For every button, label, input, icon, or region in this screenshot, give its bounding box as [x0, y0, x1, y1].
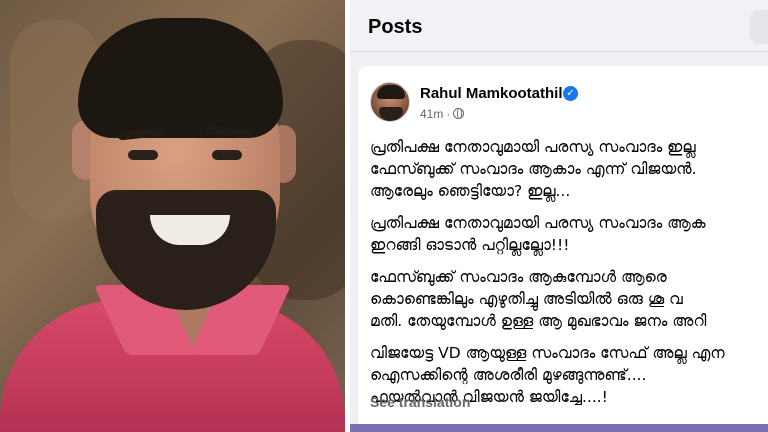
- post-paragraph-2: പ്രതിപക്ഷ നേതാവുമായി പരസ്യ സംവാദം ആക ഇറങ…: [370, 212, 768, 256]
- post-line: വിജയേട്ട VD ആയുള്ള സംവാദം സേഫ് അല്ല എന: [370, 344, 725, 362]
- post-line: ഫേസ്ബുക്ക് സംവാദം ആകുമ്പോൾ ആരെ: [370, 268, 667, 286]
- more-options-button[interactable]: [750, 10, 768, 44]
- profile-photo: [0, 0, 345, 432]
- next-post-edge: [350, 424, 768, 432]
- post-paragraph-3: ഫേസ്ബുക്ക് സംവാദം ആകുമ്പോൾ ആരെ കൊണ്ടെങ്ക…: [370, 266, 768, 332]
- post-line: ആരേലും ഞെട്ടിയോ? ഇല്ല...: [370, 182, 571, 200]
- post-line: മതി. തേയുമ്പോൾ ഉള്ള ആ മുഖഭാവം ജനം അറി: [370, 312, 707, 330]
- verified-badge-icon: ✓: [563, 86, 578, 101]
- post-paragraph-1: പ്രതിപക്ഷ നേതാവുമായി പരസ്യ സംവാദം ഇല്ല ഫ…: [370, 136, 768, 202]
- posts-title: Posts: [368, 16, 423, 38]
- author-name[interactable]: Rahul Mamkootathil: [420, 85, 563, 102]
- author-avatar[interactable]: [370, 82, 410, 122]
- globe-icon[interactable]: [453, 108, 465, 119]
- post-card: Rahul Mamkootathil ✓ 41m · പ്രതിപക്ഷ നേതാ…: [358, 66, 768, 432]
- avatar-hair: [377, 85, 405, 99]
- post-line: ഫേസ്ബുക്ക് സംവാദം ആകാം എന്ന് വിജയൻ.: [370, 160, 697, 178]
- photo-hair: [78, 18, 283, 138]
- post-line: പ്രതിപക്ഷ നേതാവുമായി പരസ്യ സംവാദം ആക: [370, 214, 706, 232]
- post-line: ഐസക്കിന്റെ അശരീരി മുഴങ്ങുന്നുണ്ട്....: [370, 366, 647, 384]
- post-body: പ്രതിപക്ഷ നേതാവുമായി പരസ്യ സംവാദം ഇല്ല ഫ…: [370, 136, 768, 418]
- meta-separator: ·: [446, 107, 451, 121]
- facebook-posts-panel: Posts Rahul Mamkootathil ✓ 41m · പ്രതിപക്…: [350, 0, 768, 432]
- avatar-beard: [379, 107, 403, 121]
- post-line: ഇറങ്ങി ഓടാൻ പറ്റില്ലല്ലോ!!!: [370, 236, 570, 254]
- post-line: കൊണ്ടെങ്കിലും എഴുതിച്ചു അടിയിൽ ഒരു ശൂ വ: [370, 290, 683, 308]
- photo-eye-right: [212, 150, 242, 160]
- post-meta: 41m ·: [420, 107, 465, 121]
- photo-eye-left: [128, 150, 158, 160]
- see-translation-link[interactable]: See translation: [370, 394, 470, 410]
- posts-header: Posts: [350, 0, 768, 52]
- post-line: പ്രതിപക്ഷ നേതാവുമായി പരസ്യ സംവാദം ഇല്ല: [370, 138, 696, 156]
- post-time[interactable]: 41m: [420, 107, 443, 121]
